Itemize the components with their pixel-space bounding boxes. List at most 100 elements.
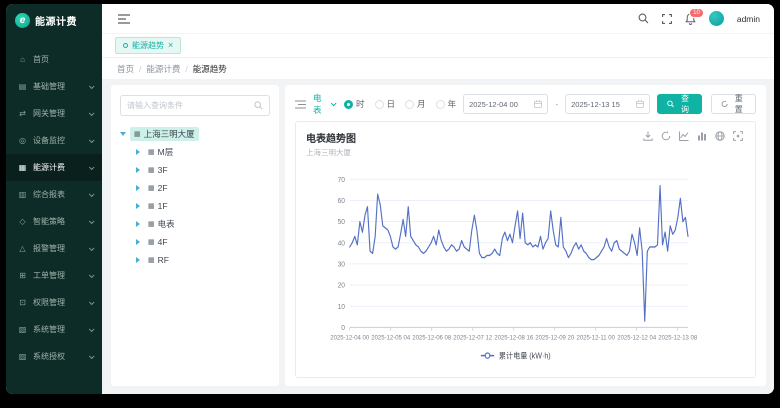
caret-expanded-icon[interactable] <box>120 132 126 136</box>
tree-node-label[interactable]: ▦1F <box>144 200 172 212</box>
tree-node-child-6[interactable]: ▦4F <box>120 233 270 251</box>
search-icon[interactable] <box>638 13 649 24</box>
save-image-icon[interactable] <box>643 131 653 141</box>
tree-search-input[interactable] <box>127 101 250 110</box>
sidebar-item-label: 系统授权 <box>33 351 65 362</box>
query-button[interactable]: 查询 <box>657 94 702 114</box>
tree-node-child-4[interactable]: ▦1F <box>120 197 270 215</box>
tree-node-label[interactable]: ▦上海三明大厦 <box>130 127 199 141</box>
tree-node-child-1[interactable]: ▦M层 <box>120 143 270 161</box>
caret-collapsed-icon[interactable] <box>136 239 140 245</box>
chevron-down-icon <box>89 299 95 305</box>
caret-collapsed-icon[interactable] <box>136 203 140 209</box>
x-axis-label: 2025-12-04 00 <box>330 334 369 341</box>
sidebar-item-7[interactable]: ◇智能策略 <box>6 208 102 235</box>
sidebar-item-2[interactable]: ▤基础管理 <box>6 73 102 100</box>
period-radio-日[interactable]: 日 <box>375 98 396 110</box>
sidebar-item-label: 工单管理 <box>33 270 65 281</box>
notification-badge: 10 <box>689 8 704 18</box>
tree-node-label[interactable]: ▦3F <box>144 164 172 176</box>
date-from-input[interactable]: 2025-12-04 00 <box>463 94 548 114</box>
reset-button[interactable]: 重置 <box>711 94 756 114</box>
sidebar-item-12[interactable]: ▨系统授权 <box>6 343 102 370</box>
x-axis-label: 2025-12-11 00 <box>577 334 616 341</box>
tab-close-icon[interactable]: × <box>168 41 173 50</box>
logo-text: 能源计费 <box>35 13 77 28</box>
fullscreen-icon[interactable] <box>662 14 672 24</box>
caret-collapsed-icon[interactable] <box>136 167 140 173</box>
sidebar-item-label: 系统管理 <box>33 324 65 335</box>
gateway-icon: ⇄ <box>18 109 27 118</box>
x-axis-label: 2025-12-05 04 <box>371 334 410 341</box>
period-radio-月[interactable]: 月 <box>405 98 426 110</box>
tree-node-root[interactable]: ▦上海三明大厦 <box>120 125 270 143</box>
app-window: e 能源计费 ⌂首页▤基础管理⇄网关管理◎设备监控▦能源计费▥综合报表◇智能策略… <box>6 4 774 394</box>
sidebar-item-1[interactable]: ⌂首页 <box>6 46 102 73</box>
energy-billing-icon: ▦ <box>18 163 27 172</box>
tree-node-label[interactable]: ▦4F <box>144 236 172 248</box>
sidebar-item-label: 网关管理 <box>33 108 65 119</box>
sidebar: e 能源计费 ⌂首页▤基础管理⇄网关管理◎设备监控▦能源计费▥综合报表◇智能策略… <box>6 4 102 394</box>
caret-collapsed-icon[interactable] <box>136 185 140 191</box>
menu-fold-icon[interactable] <box>118 14 130 24</box>
bar-chart-switch-icon[interactable] <box>697 131 707 141</box>
chevron-down-icon <box>89 164 95 170</box>
y-axis-label: 30 <box>338 260 345 269</box>
building-icon: ▦ <box>148 238 155 246</box>
strategy-icon: ◇ <box>18 217 27 226</box>
restore-icon[interactable] <box>661 131 671 141</box>
radio-dot-icon <box>436 100 445 109</box>
avatar[interactable] <box>709 11 724 26</box>
sidebar-item-label: 设备监控 <box>33 135 65 146</box>
sidebar-item-8[interactable]: △报警管理 <box>6 235 102 262</box>
main-area: 10 admin 能源趋势 × 首页/能源计费/能源趋势 <box>102 4 774 394</box>
period-radio-group: 时日月 年 <box>344 98 456 110</box>
building-icon: ▦ <box>148 166 155 174</box>
tree-node-child-2[interactable]: ▦3F <box>120 161 270 179</box>
data-view-icon[interactable] <box>715 131 725 141</box>
legend-item[interactable]: 累计电量 (kW·h) <box>481 350 551 361</box>
sidebar-item-11[interactable]: ▧系统管理 <box>6 316 102 343</box>
tab-energy-trend[interactable]: 能源趋势 × <box>115 37 181 54</box>
sidebar-item-label: 综合报表 <box>33 189 65 200</box>
sidebar-item-label: 报警管理 <box>33 243 65 254</box>
meter-type-select[interactable]: 电表 <box>313 92 335 116</box>
date-to-input[interactable]: 2025-12-13 15 <box>565 94 650 114</box>
date-from-value: 2025-12-04 00 <box>469 100 518 109</box>
breadcrumb-item-1[interactable]: 首页 <box>117 63 134 75</box>
line-chart-switch-icon[interactable] <box>679 131 689 141</box>
tree-node-label[interactable]: ▦M层 <box>144 145 177 159</box>
sidebar-item-3[interactable]: ⇄ 网关管理 <box>6 100 102 127</box>
period-radio-label: 年 <box>448 98 457 110</box>
content-area: ▦上海三明大厦 ▦M层 ▦3F ▦2F ▦1F ▦电表 ▦4F ▦RF 电表 时日月 年 <box>102 79 774 394</box>
tree-node-child-7[interactable]: ▦RF <box>120 251 270 269</box>
chevron-down-icon <box>89 272 95 278</box>
tree-node-label[interactable]: ▦2F <box>144 182 172 194</box>
sidebar-item-5[interactable]: ▦能源计费 <box>6 154 102 181</box>
tree-node-label[interactable]: ▦电表 <box>144 217 179 231</box>
tree-node-child-3[interactable]: ▦2F <box>120 179 270 197</box>
sidebar-item-10[interactable]: ⊡权限管理 <box>6 289 102 316</box>
username[interactable]: admin <box>737 14 760 24</box>
caret-collapsed-icon[interactable] <box>136 221 140 227</box>
sidebar-item-4[interactable]: ◎设备监控 <box>6 127 102 154</box>
tree-search-icon[interactable] <box>254 101 263 110</box>
radio-dot-icon <box>375 100 384 109</box>
sidebar-item-6[interactable]: ▥综合报表 <box>6 181 102 208</box>
sidebar-item-label: 首页 <box>33 54 49 65</box>
caret-collapsed-icon[interactable] <box>136 257 140 263</box>
tree-node-label[interactable]: ▦RF <box>144 254 173 266</box>
period-radio-时[interactable]: 时 <box>344 98 365 110</box>
sidebar-item-9[interactable]: ⊞工单管理 <box>6 262 102 289</box>
collapse-tree-icon[interactable] <box>295 100 306 109</box>
data-zoom-icon[interactable] <box>733 131 743 141</box>
top-header: 10 admin <box>102 4 774 34</box>
caret-collapsed-icon[interactable] <box>136 149 140 155</box>
building-tree: ▦上海三明大厦 ▦M层 ▦3F ▦2F ▦1F ▦电表 ▦4F ▦RF <box>120 125 270 269</box>
y-axis-label: 10 <box>338 302 345 311</box>
tree-node-child-5[interactable]: ▦电表 <box>120 215 270 233</box>
breadcrumb-item-2[interactable]: 能源计费 <box>146 63 180 75</box>
period-radio-年[interactable]: 年 <box>436 98 457 110</box>
notification-bell-icon[interactable]: 10 <box>685 13 696 25</box>
chevron-down-icon <box>89 245 95 251</box>
